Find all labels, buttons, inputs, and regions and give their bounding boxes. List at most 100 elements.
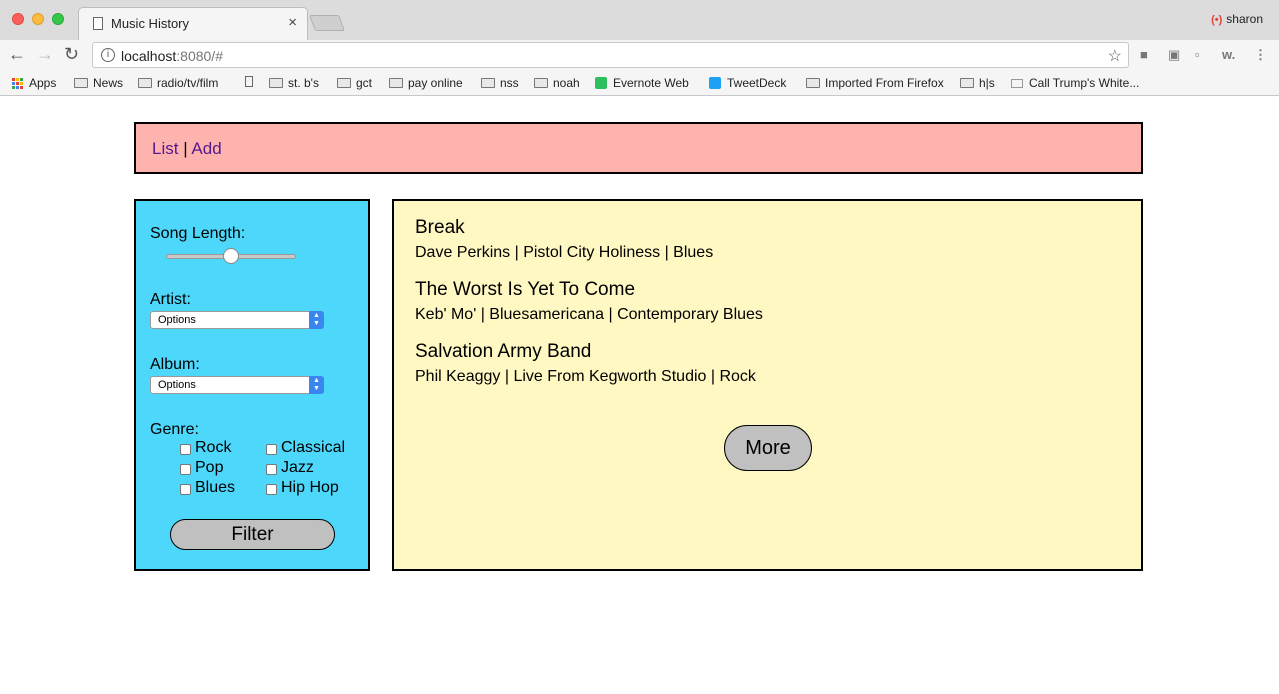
select-updown-icon: ▲ ▼ xyxy=(309,376,324,394)
folder-icon xyxy=(337,78,351,88)
bookmark-page[interactable] xyxy=(245,76,257,87)
genre-classical[interactable]: Classical xyxy=(266,439,345,457)
address-bar[interactable]: i localhost:8080/# ☆ xyxy=(92,42,1129,68)
song-title: Salvation Army Band xyxy=(415,341,592,362)
bookmark-label: gct xyxy=(356,76,373,90)
extension-icon[interactable]: ▫ xyxy=(1195,47,1200,62)
folder-icon xyxy=(481,78,495,88)
url-host: localhost xyxy=(121,48,177,64)
apps-grid-icon xyxy=(12,77,23,89)
slider-thumb[interactable] xyxy=(223,248,239,264)
genre-label-text: Classical xyxy=(281,439,346,456)
genre-rock[interactable]: Rock xyxy=(180,439,231,457)
artist-select[interactable]: Options ▲ ▼ xyxy=(150,311,324,329)
tab-title: Music History xyxy=(111,16,190,31)
menu-kebab-icon[interactable]: ⋮ xyxy=(1254,47,1267,63)
bookmark-label: pay online xyxy=(408,76,463,90)
bookmark-label: h|s xyxy=(979,76,995,90)
genre-label-text: Blues xyxy=(195,479,236,496)
filter-sidebar: Song Length: Artist: Options ▲ ▼ Album: O… xyxy=(134,199,370,571)
profile-icon: (•) xyxy=(1211,14,1223,26)
song-item: Break Dave Perkins | Pistol City Holines… xyxy=(415,217,713,262)
close-window-button[interactable] xyxy=(12,13,24,25)
album-selected-value: Options xyxy=(158,379,196,391)
checkbox[interactable] xyxy=(180,484,191,495)
profile-button[interactable]: (•) sharon xyxy=(1211,12,1263,26)
nav-list-link[interactable]: List xyxy=(152,139,178,158)
bookmark-radio[interactable]: radio/tv/film xyxy=(138,76,218,90)
bookmark-noah[interactable]: noah xyxy=(534,76,580,90)
bookmark-nss[interactable]: nss xyxy=(481,76,519,90)
folder-icon xyxy=(389,78,403,88)
bookmark-label: noah xyxy=(553,76,580,90)
checkbox[interactable] xyxy=(266,444,277,455)
bookmark-label: Evernote Web xyxy=(613,76,689,90)
song-length-slider[interactable] xyxy=(166,248,296,264)
bookmark-evernote[interactable]: Evernote Web xyxy=(595,76,689,90)
checkbox[interactable] xyxy=(180,464,191,475)
page-thumbnail-icon xyxy=(1011,78,1023,88)
checkbox[interactable] xyxy=(266,484,277,495)
url-path: :8080/# xyxy=(176,48,223,64)
bookmark-star-icon[interactable]: ☆ xyxy=(1108,46,1122,66)
w-extension-icon[interactable]: w. xyxy=(1222,47,1235,62)
song-list-panel: Break Dave Perkins | Pistol City Holines… xyxy=(392,199,1143,571)
nav-separator: | xyxy=(183,139,188,158)
bookmark-gct[interactable]: gct xyxy=(337,76,372,90)
new-tab-button[interactable] xyxy=(309,15,345,31)
twitter-icon xyxy=(709,77,721,89)
bookmark-tweetdeck[interactable]: TweetDeck xyxy=(709,76,786,90)
genre-blues[interactable]: Blues xyxy=(180,479,235,497)
artist-label: Artist: xyxy=(150,291,191,308)
bookmark-label: Imported From Firefox xyxy=(825,76,944,90)
evernote-extension-icon[interactable]: ■ xyxy=(1140,47,1148,62)
folder-icon xyxy=(269,78,283,88)
bookmarks-bar: Apps News radio/tv/film st. b's gct pay … xyxy=(0,70,1279,96)
nav-links: List | Add xyxy=(152,139,222,159)
bookmark-imported[interactable]: Imported From Firefox xyxy=(806,76,944,90)
genre-hip-hop[interactable]: Hip Hop xyxy=(266,479,339,497)
reload-icon[interactable]: ↻ xyxy=(64,44,79,64)
back-arrow-icon[interactable]: ← xyxy=(8,44,26,64)
bookmark-call-trump[interactable]: Call Trump's White... xyxy=(1011,76,1139,90)
checkbox[interactable] xyxy=(266,464,277,475)
song-title: The Worst Is Yet To Come xyxy=(415,279,636,300)
browser-tab-strip: Music History × (•) sharon xyxy=(0,0,1279,40)
browser-toolbar: ← → ↻ i localhost:8080/# ☆ ■ ▣ ▫ w. ⋮ xyxy=(0,40,1279,70)
genre-label: Genre: xyxy=(150,421,199,438)
genre-jazz[interactable]: Jazz xyxy=(266,459,314,477)
bookmark-apps[interactable]: Apps xyxy=(12,76,56,90)
genre-label-text: Jazz xyxy=(281,459,314,476)
forward-arrow-icon[interactable]: → xyxy=(36,44,54,64)
bookmark-hs[interactable]: h|s xyxy=(960,76,995,90)
document-icon xyxy=(93,17,103,30)
bookmark-label: News xyxy=(93,76,124,90)
bookmark-st-bs[interactable]: st. b's xyxy=(269,76,319,90)
maximize-window-button[interactable] xyxy=(52,13,64,25)
song-item: Salvation Army Band Phil Keaggy | Live F… xyxy=(415,341,756,386)
folder-icon xyxy=(138,78,152,88)
minimize-window-button[interactable] xyxy=(32,13,44,25)
url-text[interactable]: localhost:8080/# xyxy=(121,48,223,64)
bookmark-pay-online[interactable]: pay online xyxy=(389,76,463,90)
song-item: The Worst Is Yet To Come Keb' Mo' | Blue… xyxy=(415,279,763,324)
genre-label-text: Hip Hop xyxy=(281,479,339,496)
song-meta: Keb' Mo' | Bluesamericana | Contemporary… xyxy=(415,306,763,323)
genre-label-text: Rock xyxy=(195,439,232,456)
filter-button[interactable]: Filter xyxy=(170,519,335,550)
extension-icon[interactable]: ▣ xyxy=(1168,47,1180,63)
nav-add-link[interactable]: Add xyxy=(191,139,221,158)
top-nav: List | Add xyxy=(134,122,1143,174)
genre-pop[interactable]: Pop xyxy=(180,459,223,477)
album-select[interactable]: Options ▲ ▼ xyxy=(150,376,324,394)
album-label: Album: xyxy=(150,356,200,373)
more-button[interactable]: More xyxy=(724,425,812,471)
info-icon[interactable]: i xyxy=(101,48,115,62)
browser-tab[interactable]: Music History × xyxy=(78,7,308,40)
checkbox[interactable] xyxy=(180,444,191,455)
bookmark-label: st. b's xyxy=(288,76,319,90)
tab-close-icon[interactable]: × xyxy=(288,14,297,31)
folder-icon xyxy=(74,78,88,88)
bookmark-news[interactable]: News xyxy=(74,76,123,90)
bookmark-label: radio/tv/film xyxy=(157,76,219,90)
